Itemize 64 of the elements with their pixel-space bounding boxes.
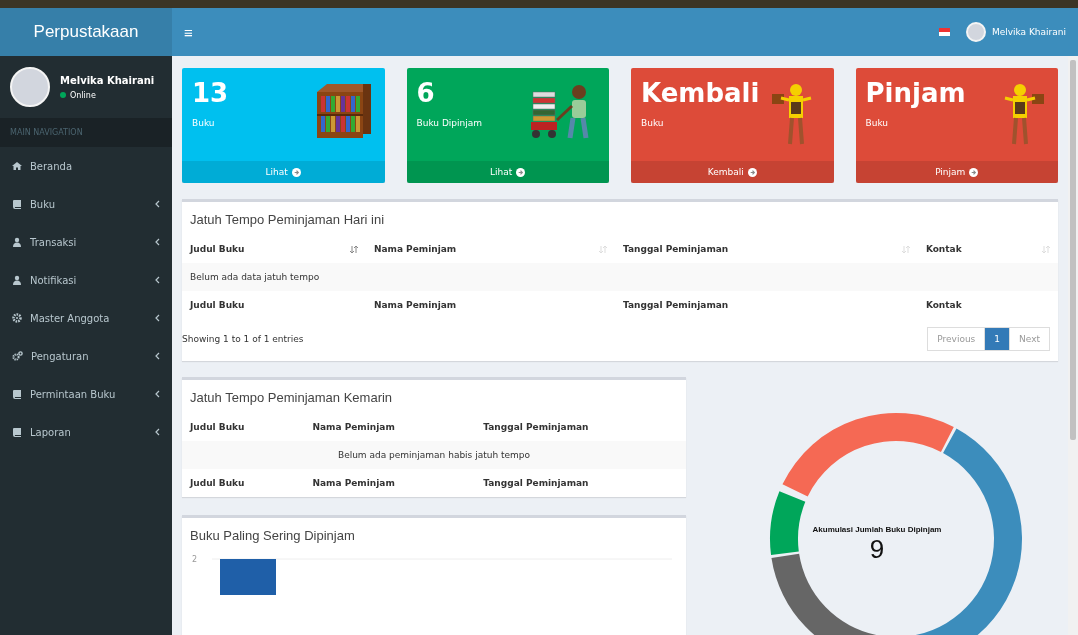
column-header: Judul Buku <box>182 413 305 441</box>
nav-item[interactable]: Transaksi <box>0 223 172 261</box>
gears-icon <box>12 351 23 361</box>
column-header: Tanggal Peminjaman <box>475 413 686 441</box>
empty-message: Belum ada data jatuh tempo <box>182 263 1058 291</box>
nav-item[interactable]: Beranda <box>0 147 172 185</box>
column-header[interactable]: Kontak <box>917 235 1058 263</box>
user-icon <box>12 275 22 285</box>
nav-item[interactable]: Master Anggota <box>0 299 172 337</box>
user-menu[interactable]: Melvika Khairani <box>965 22 1066 42</box>
user-icon <box>12 237 22 247</box>
nav-item[interactable]: Permintaan Buku <box>0 375 172 413</box>
stat-value: 13 <box>192 78 230 108</box>
panel-title: Jatuh Tempo Peminjaman Hari ini <box>189 211 386 229</box>
book-icon <box>12 199 22 209</box>
column-footer: Kontak <box>917 291 1058 319</box>
stat-value: Kembali <box>641 78 761 108</box>
empty-message: Belum ada peminjaman habis jatuh tempo <box>182 441 686 469</box>
avatar <box>10 67 50 107</box>
nav-heading: MAIN NAVIGATION <box>0 118 172 147</box>
user-name: Melvika Khairani <box>60 74 155 86</box>
online-status: Online <box>60 90 155 100</box>
stat-value: 6 <box>416 78 436 108</box>
menu-toggle[interactable]: ≡ <box>184 23 193 41</box>
entries-info: Showing 1 to 1 of 1 entries <box>182 334 304 344</box>
book-icon <box>12 389 22 399</box>
stat-label: Buku <box>865 118 890 128</box>
arrow-circle-icon <box>969 167 979 177</box>
axis-tick-label: 2 <box>192 555 199 564</box>
home-icon <box>12 161 22 171</box>
donut-title: Akumulasi Jumlah Buku Dipinjam <box>812 525 942 534</box>
card-link[interactable]: Pinjam <box>855 161 1058 183</box>
nav-item[interactable]: Buku <box>0 185 172 223</box>
donut-total: 9 <box>869 534 885 565</box>
nav-item[interactable]: Pengaturan <box>0 337 172 375</box>
column-footer: Nama Peminjam <box>365 291 615 319</box>
column-header[interactable]: Nama Peminjam <box>365 235 615 263</box>
book-icon <box>12 427 22 437</box>
panel-title: Buku Paling Sering Dipinjam <box>189 527 356 545</box>
column-footer: Judul Buku <box>182 291 366 319</box>
column-header[interactable]: Tanggal Peminjaman <box>615 235 918 263</box>
stat-label: Buku Dipinjam <box>416 118 483 128</box>
column-footer: Nama Peminjam <box>304 469 476 497</box>
column-header: Nama Peminjam <box>304 413 476 441</box>
nav-item[interactable]: Notifikasi <box>0 261 172 299</box>
scrollbar[interactable] <box>1068 56 1078 635</box>
column-footer: Tanggal Peminjaman <box>615 291 918 319</box>
card-link[interactable]: Lihat <box>406 161 609 183</box>
arrow-circle-icon <box>516 167 526 177</box>
column-footer: Tanggal Peminjaman <box>475 469 686 497</box>
column-footer: Judul Buku <box>182 469 305 497</box>
stat-value: Pinjam <box>865 78 967 108</box>
flag-icon[interactable] <box>938 28 950 36</box>
arrow-circle-icon <box>747 167 757 177</box>
stat-label: Buku <box>192 118 216 128</box>
page-button[interactable]: 1 <box>984 327 1011 351</box>
arrow-circle-icon <box>291 167 301 177</box>
panel-title: Jatuh Tempo Peminjaman Kemarin <box>189 389 394 407</box>
card-link[interactable]: Kembali <box>631 161 834 183</box>
nav-item[interactable]: Laporan <box>0 413 172 451</box>
brand-logo[interactable]: Perpustakaan <box>0 8 172 56</box>
gear-icon <box>12 313 22 323</box>
column-header[interactable]: Judul Buku <box>182 235 366 263</box>
stat-label: Buku <box>641 118 665 128</box>
